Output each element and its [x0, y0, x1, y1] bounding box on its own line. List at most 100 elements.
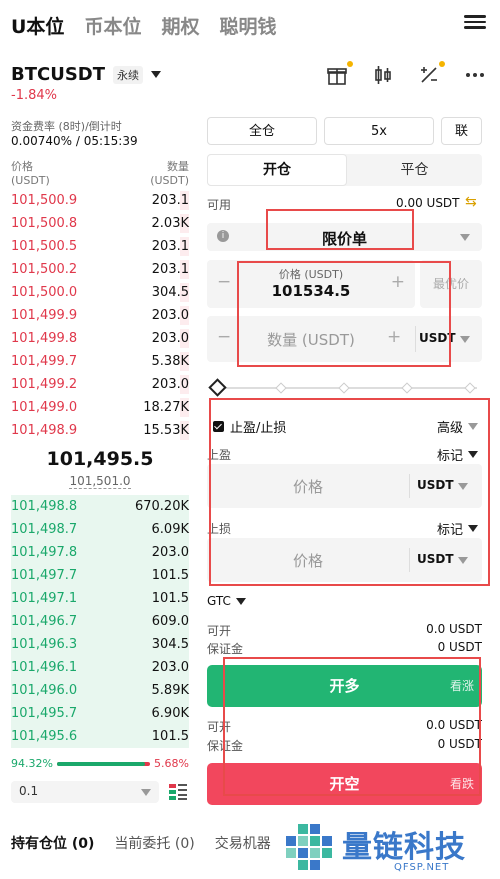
bid-price: 101,495.7 [11, 706, 78, 721]
bid-qty: 609.0 [151, 614, 189, 629]
last-price[interactable]: 101,495.5 [11, 448, 189, 470]
ask-row[interactable]: 101,500.8 2.03K [11, 212, 189, 235]
bid-price: 101,498.8 [11, 499, 78, 514]
tab-trading-bots[interactable]: 交易机器 [215, 833, 271, 853]
bid-row[interactable]: 101,496.1 203.0 [11, 656, 189, 679]
available-value: 0.00 USDT [396, 196, 460, 210]
bid-price: 101,496.0 [11, 683, 78, 698]
ask-row[interactable]: 101,498.9 15.53K [11, 419, 189, 442]
funding-value: 0.00740% / 05:15:39 [11, 134, 138, 148]
ask-qty: 2.03K [151, 216, 189, 231]
extra-mode-button[interactable]: 联 [441, 117, 482, 145]
tab-positions[interactable]: 持有仓位 (0) [11, 833, 94, 853]
hamburger-menu-icon[interactable] [464, 12, 486, 32]
bid-row[interactable]: 101,498.7 6.09K [11, 518, 189, 541]
margin-value-long: 0 USDT [437, 640, 482, 654]
bid-row[interactable]: 101,497.8 203.0 [11, 541, 189, 564]
slider-step[interactable] [338, 382, 350, 394]
ask-price: 101,500.0 [11, 285, 78, 300]
ask-row[interactable]: 101,500.5 203.1 [11, 235, 189, 258]
precision-select[interactable]: 0.1 [11, 781, 159, 803]
bid-qty: 203.0 [151, 545, 189, 560]
calculator-icon[interactable] [418, 61, 445, 86]
margin-mode-button[interactable]: 全仓 [207, 117, 317, 145]
buy-sell-ratio: 94.32% 5.68% [11, 757, 189, 770]
ask-row[interactable]: 101,500.0 304.5 [11, 281, 189, 304]
bid-price: 101,496.7 [11, 614, 78, 629]
bid-row[interactable]: 101,496.0 5.89K [11, 679, 189, 702]
tab-smart-money[interactable]: 聪明钱 [219, 12, 276, 39]
ask-price: 101,500.5 [11, 239, 78, 254]
bid-qty: 5.89K [151, 683, 189, 698]
chevron-down-icon [460, 336, 470, 343]
tab-usdt-m[interactable]: U本位 [11, 12, 64, 39]
ob-price-unit: (USDT) [11, 174, 50, 187]
tif-value: GTC [207, 594, 231, 608]
ask-row[interactable]: 101,499.7 5.38K [11, 350, 189, 373]
ask-qty: 203.0 [151, 308, 189, 323]
ask-qty: 5.38K [151, 354, 189, 369]
bid-qty: 6.90K [151, 706, 189, 721]
market-tabs: U本位 币本位 期权 聪明钱 [11, 8, 276, 42]
bid-row[interactable]: 101,496.7 609.0 [11, 610, 189, 633]
ask-price: 101,498.9 [11, 423, 78, 438]
ask-qty: 203.1 [151, 193, 189, 208]
symbol-name: BTCUSDT [11, 64, 106, 85]
slider-handle[interactable] [208, 378, 227, 397]
ask-row[interactable]: 101,500.9 203.1 [11, 189, 189, 212]
slider-step[interactable] [464, 382, 476, 394]
tab-open[interactable]: 开仓 [207, 154, 347, 186]
ask-row[interactable]: 101,499.2 203.0 [11, 373, 189, 396]
ob-qty-label: 数量 [167, 160, 189, 173]
ask-row[interactable]: 101,500.2 203.1 [11, 258, 189, 281]
chevron-down-icon [141, 789, 151, 796]
ask-qty: 203.1 [151, 239, 189, 254]
funding-label: 资金费率 (8时)/倒计时 [11, 120, 122, 133]
ask-row[interactable]: 101,499.8 203.0 [11, 327, 189, 350]
bid-qty: 670.20K [134, 499, 189, 514]
brand-name: 量链科技 [342, 830, 466, 865]
orderbook-layout-icon[interactable] [168, 782, 188, 802]
open-close-switch: 开仓 平仓 [207, 154, 482, 186]
slider-step[interactable] [275, 382, 287, 394]
ask-qty: 203.0 [151, 331, 189, 346]
tab-options[interactable]: 期权 [161, 12, 199, 39]
tif-select[interactable]: GTC [207, 594, 246, 608]
tab-close[interactable]: 平仓 [347, 154, 482, 186]
bid-row[interactable]: 101,497.7 101.5 [11, 564, 189, 587]
gift-icon[interactable] [326, 61, 353, 86]
bid-qty: 101.5 [151, 729, 189, 744]
sell-ratio: 5.68% [154, 757, 189, 770]
ask-price: 101,500.8 [11, 216, 78, 231]
brand-watermark: 量链科技 QFSP.NET [282, 820, 500, 879]
tab-open-orders[interactable]: 当前委托 (0) [114, 833, 194, 853]
bid-price: 101,498.7 [11, 522, 78, 537]
bid-price: 101,497.7 [11, 568, 78, 583]
slider-step[interactable] [401, 382, 413, 394]
bid-qty: 203.0 [151, 660, 189, 675]
bid-row[interactable]: 101,498.8 670.20K [11, 495, 189, 518]
ask-price: 101,499.7 [11, 354, 78, 369]
bid-price: 101,495.6 [11, 729, 78, 744]
bid-price: 101,496.3 [11, 637, 78, 652]
bid-row[interactable]: 101,497.1 101.5 [11, 587, 189, 610]
bid-qty: 304.5 [151, 637, 189, 652]
bid-row[interactable]: 101,496.3 304.5 [11, 633, 189, 656]
leverage-button[interactable]: 5x [324, 117, 434, 145]
ratio-bar [56, 761, 151, 766]
more-icon[interactable] [464, 64, 486, 86]
bid-row[interactable]: 101,495.6 101.5 [11, 725, 189, 748]
ask-row[interactable]: 101,499.0 18.27K [11, 396, 189, 419]
ask-row[interactable]: 101,499.9 203.0 [11, 304, 189, 327]
bid-qty: 6.09K [151, 522, 189, 537]
ask-price: 101,500.2 [11, 262, 78, 277]
toolbar-icons [326, 61, 486, 86]
bid-row[interactable]: 101,495.7 6.90K [11, 702, 189, 725]
price-change: -1.84% [11, 88, 57, 103]
ratio-bar-fill [56, 761, 145, 766]
transfer-icon[interactable]: ⇆ [465, 194, 477, 210]
candlestick-chart-icon[interactable] [372, 64, 394, 86]
symbol-selector[interactable]: BTCUSDT 永续 [11, 64, 162, 85]
tab-coin-m[interactable]: 币本位 [84, 12, 141, 39]
ask-price: 101,499.9 [11, 308, 78, 323]
